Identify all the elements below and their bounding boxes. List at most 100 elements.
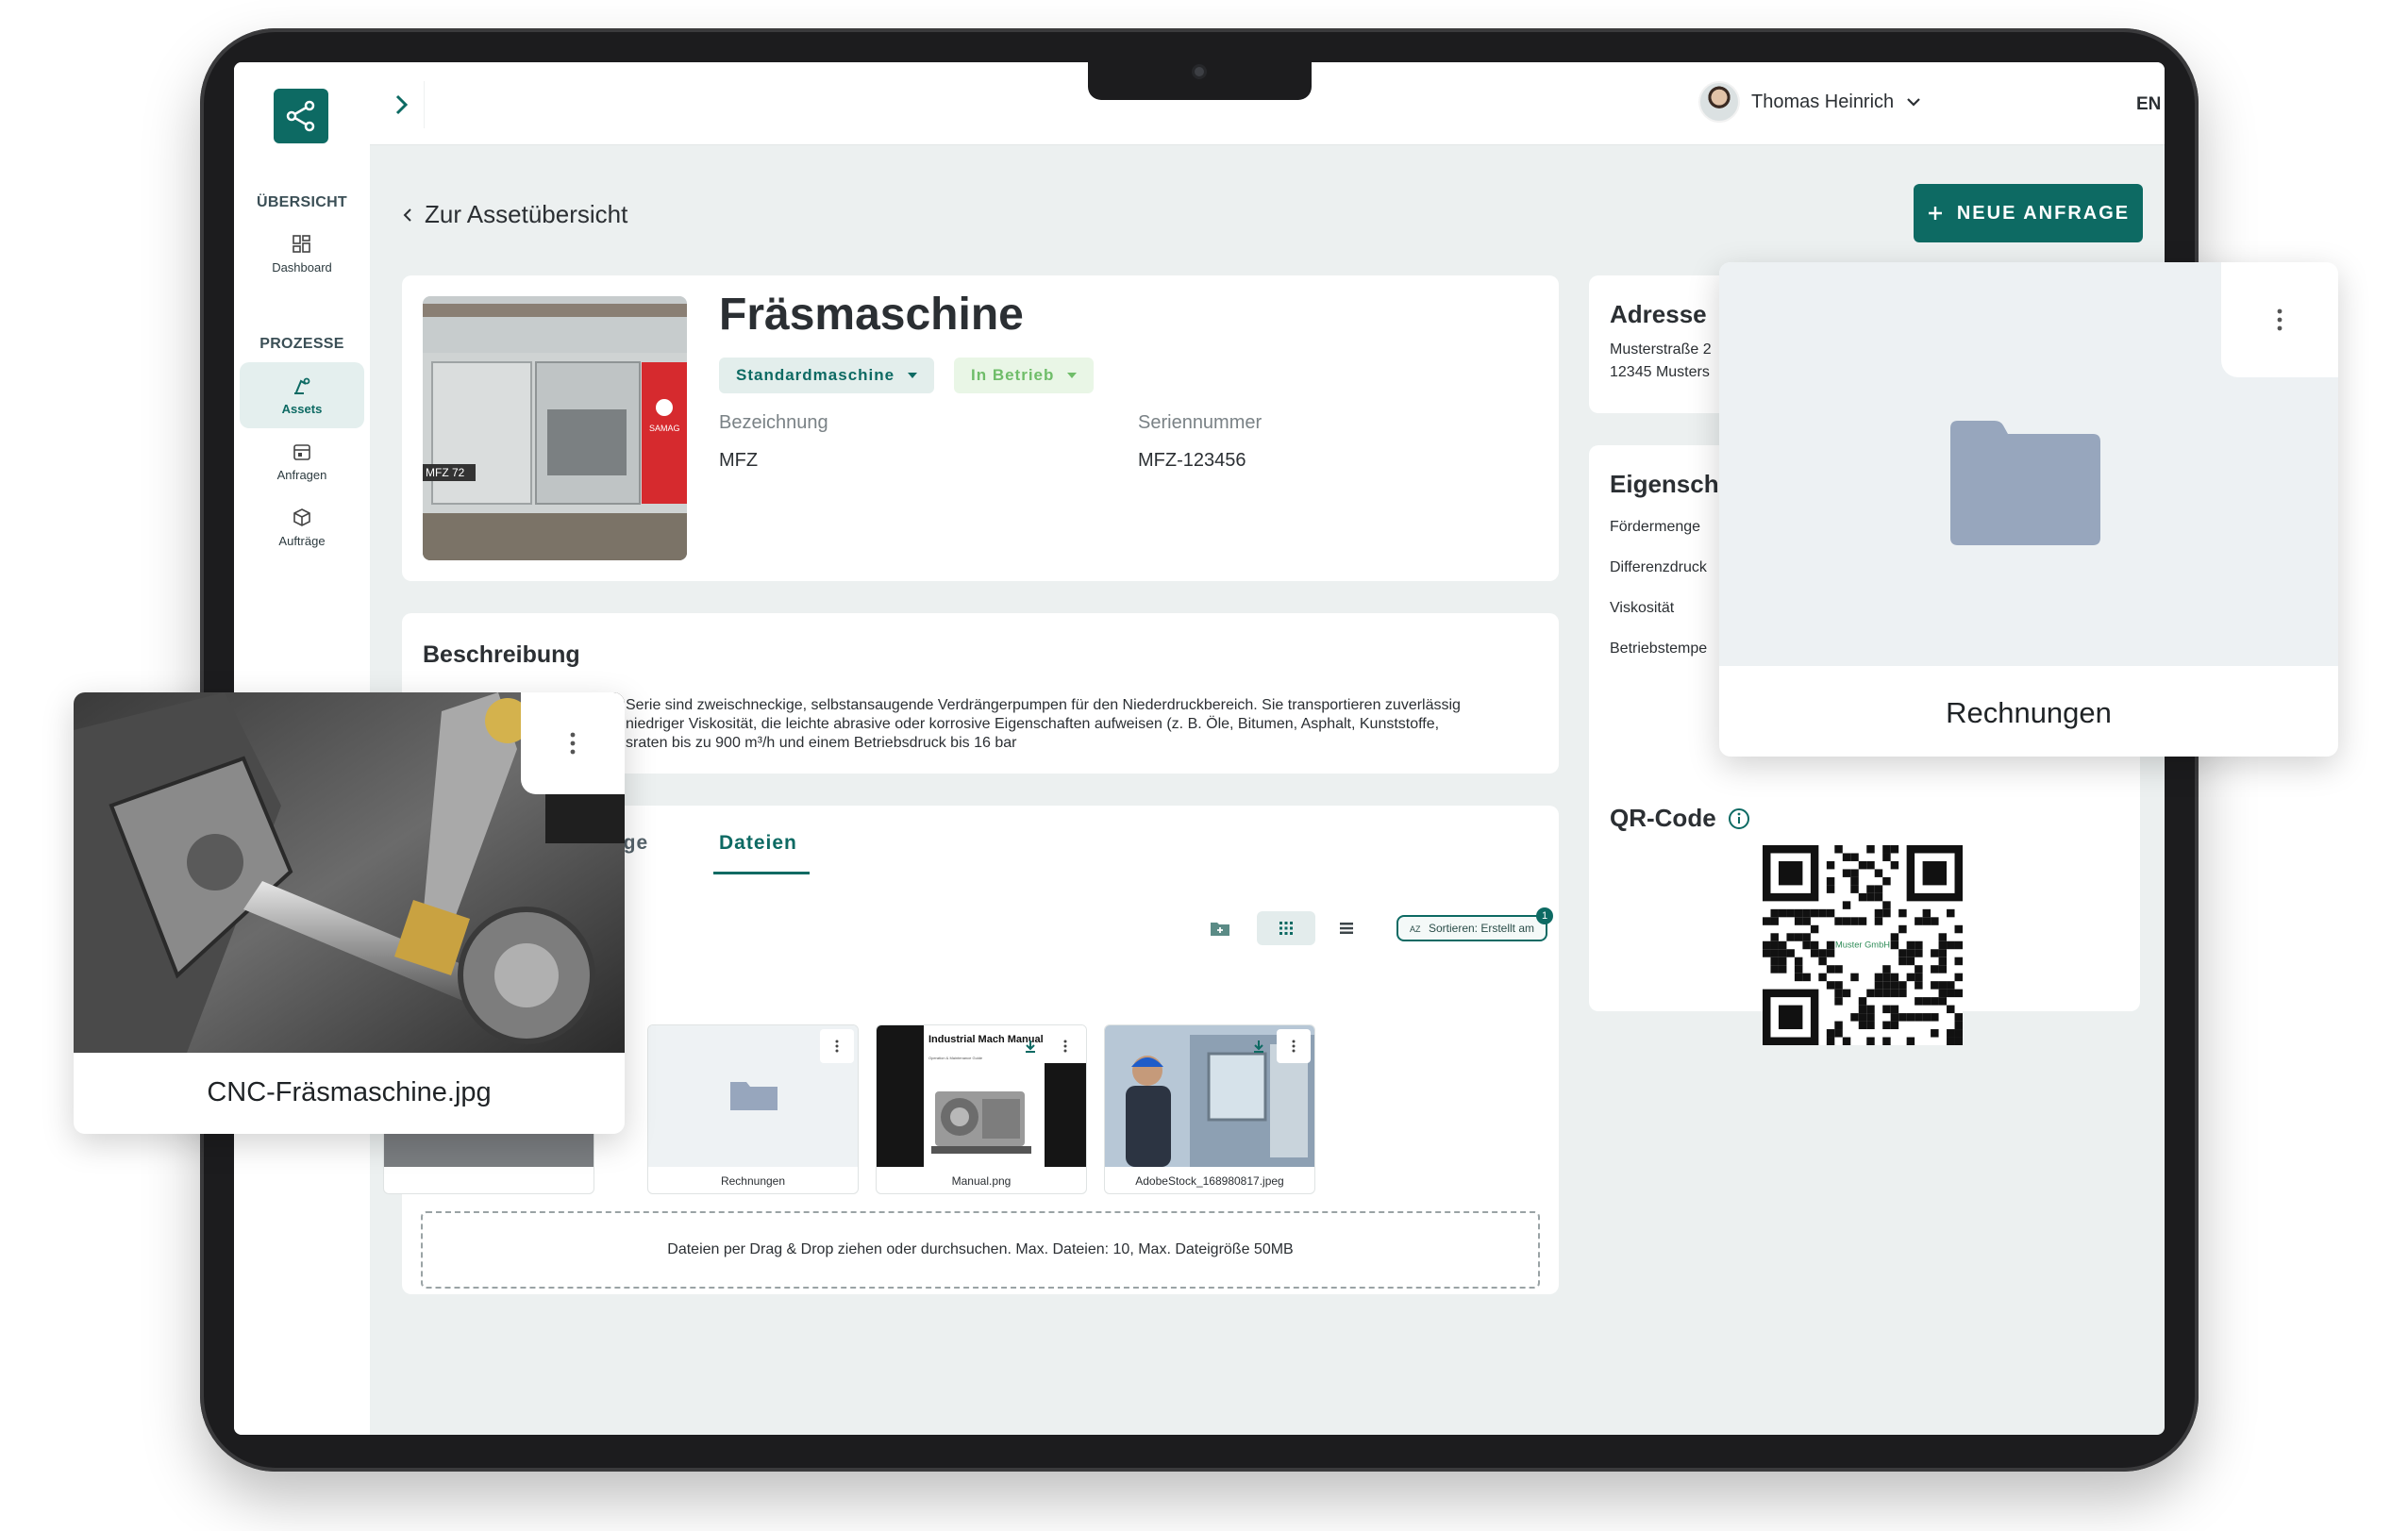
asset-type-dropdown[interactable]: Standardmaschine <box>719 358 935 393</box>
properties-title: Eigenscha <box>1610 470 1733 498</box>
back-link-label: Zur Assetübersicht <box>425 200 628 228</box>
image-caption: CNC-Fräsmaschine.jpg <box>207 1077 492 1107</box>
download-button[interactable] <box>1245 1029 1273 1063</box>
asset-title: Fräsmaschine <box>719 290 1024 340</box>
expand-sidebar-button[interactable] <box>377 81 425 128</box>
dashboard-icon <box>293 234 310 253</box>
box-icon <box>293 508 310 526</box>
new-request-label: NEUE ANFRAGE <box>1956 202 2131 224</box>
more-vertical-icon <box>835 1040 839 1053</box>
file-dropzone[interactable]: Dateien per Drag & Drop ziehen oder durc… <box>421 1211 1540 1289</box>
file-menu-button[interactable] <box>1048 1029 1082 1063</box>
machine-photo: MFZ 72 SAMAG <box>423 296 687 560</box>
manual-subtitle: Operation & Maintenance Guide <box>928 1056 983 1060</box>
list-icon <box>1340 923 1353 934</box>
property-label: Differenzdruck <box>1610 559 1707 575</box>
grid-view-button[interactable] <box>1257 911 1315 945</box>
qr-title-row: QR-Code <box>1610 804 1750 833</box>
back-to-assets-link[interactable]: Zur Assetübersicht <box>402 200 627 229</box>
caret-down-icon <box>908 373 918 378</box>
qr-code: Muster GmbH <box>1763 845 1963 1045</box>
more-vertical-icon <box>1292 1040 1296 1053</box>
user-menu[interactable]: Thomas Heinrich <box>1698 81 1922 123</box>
download-icon <box>1026 1040 1035 1053</box>
qr-center-label: Muster GmbH <box>1835 940 1890 950</box>
field-label-bezeichnung: Bezeichnung <box>719 412 828 433</box>
app-logo[interactable] <box>274 89 328 143</box>
tab-dateien[interactable]: Dateien <box>719 832 797 855</box>
language-switch[interactable]: EN <box>2136 94 2161 115</box>
file-menu-button[interactable] <box>1277 1029 1311 1063</box>
asset-status-label: In Betrieb <box>971 366 1055 384</box>
sidebar-item-anfragen[interactable]: Anfragen <box>240 428 364 494</box>
brand-label: SAMAG <box>649 424 680 433</box>
asset-type-label: Standardmaschine <box>736 366 895 384</box>
sort-label: Sortieren: Erstellt am <box>1428 922 1535 935</box>
sidebar-item-auftraege[interactable]: Aufträge <box>240 494 364 560</box>
new-folder-button[interactable] <box>1191 911 1249 945</box>
file-tile-folder[interactable]: Rechnungen <box>647 1024 859 1194</box>
file-name: Rechnungen <box>720 1174 786 1188</box>
active-tab-indicator <box>713 872 810 874</box>
file-tile-photo[interactable]: AdobeStock_168980817.jpeg <box>1104 1024 1315 1194</box>
sort-az-icon: AZ <box>1410 924 1421 934</box>
plus-icon <box>1928 207 1942 220</box>
svg-text:AZ: AZ <box>1410 924 1421 934</box>
sidebar-item-assets[interactable]: Assets <box>240 362 364 428</box>
new-request-button[interactable]: NEUE ANFRAGE <box>1914 184 2143 242</box>
field-label-seriennummer: Seriennummer <box>1138 412 1263 433</box>
sidebar-item-label: Assets <box>281 401 323 416</box>
sort-count-badge: 1 <box>1536 907 1553 924</box>
chevron-right-icon <box>395 94 408 115</box>
file-name: Manual.png <box>951 1174 1012 1188</box>
folder-menu-button[interactable] <box>2221 262 2338 377</box>
address-street: Musterstraße 2 <box>1610 341 1712 358</box>
file-name: AdobeStock_168980817.jpeg <box>1135 1174 1284 1188</box>
address-city: 12345 Musters <box>1610 364 1710 380</box>
download-icon <box>1254 1040 1263 1053</box>
sidebar-section-processes: PROZESSE <box>259 336 344 352</box>
more-vertical-icon <box>2277 308 2283 331</box>
asset-card: MFZ 72 SAMAG Fräsmaschine Standardmaschi… <box>402 275 1559 581</box>
sidebar-item-dashboard[interactable]: Dashboard <box>240 221 364 287</box>
qr-title: QR-Code <box>1610 804 1716 832</box>
image-menu-button[interactable] <box>521 692 625 794</box>
assets-icon <box>294 377 310 394</box>
folder-caption: Rechnungen <box>1946 696 2112 729</box>
avatar <box>1698 81 1740 123</box>
floating-folder-card[interactable]: Rechnungen <box>1719 262 2338 757</box>
sidebar-item-label: Aufträge <box>278 533 326 548</box>
asset-status-dropdown[interactable]: In Betrieb <box>954 358 1095 393</box>
property-label: Fördermenge <box>1610 519 1701 535</box>
floating-image-card[interactable]: CNC-Fräsmaschine.jpg <box>74 692 625 1134</box>
field-value-bezeichnung: MFZ <box>719 450 759 471</box>
sidebar-item-label: Dashboard <box>272 259 332 275</box>
address-title: Adresse <box>1610 300 1707 328</box>
calendar-icon <box>293 443 310 460</box>
chevron-left-icon <box>403 208 411 222</box>
qr-card: QR-Code Muster GmbH <box>1589 719 2140 1045</box>
field-value-seriennummer: MFZ-123456 <box>1138 450 1246 471</box>
sort-dropdown[interactable]: AZ Sortieren: Erstellt am <box>1396 915 1547 941</box>
machine-label: MFZ 72 <box>426 466 465 479</box>
download-button[interactable] <box>1016 1029 1045 1063</box>
more-vertical-icon <box>570 732 576 755</box>
grid-icon <box>1279 922 1293 935</box>
more-vertical-icon <box>1063 1040 1067 1053</box>
dropzone-text: Dateien per Drag & Drop ziehen oder durc… <box>667 1241 1294 1257</box>
camera-icon <box>1192 64 1207 79</box>
user-name: Thomas Heinrich <box>1751 91 1895 112</box>
folder-plus-icon <box>1211 923 1229 936</box>
sidebar-item-label: Anfragen <box>276 467 327 482</box>
info-icon[interactable] <box>1728 807 1750 830</box>
asset-image[interactable]: MFZ 72 SAMAG <box>423 296 687 560</box>
property-label: Viskosität <box>1610 600 1675 616</box>
sidebar-section-overview: ÜBERSICHT <box>256 194 348 210</box>
property-label: Betriebstempe <box>1610 641 1708 657</box>
file-menu-button[interactable] <box>820 1029 854 1063</box>
share-logo-icon <box>286 100 315 132</box>
file-tile-manual[interactable]: Industrial Mach Manual Operation & Maint… <box>876 1024 1087 1194</box>
chevron-down-icon <box>1907 98 1920 107</box>
list-view-button[interactable] <box>1317 911 1376 945</box>
caret-down-icon <box>1067 373 1078 378</box>
